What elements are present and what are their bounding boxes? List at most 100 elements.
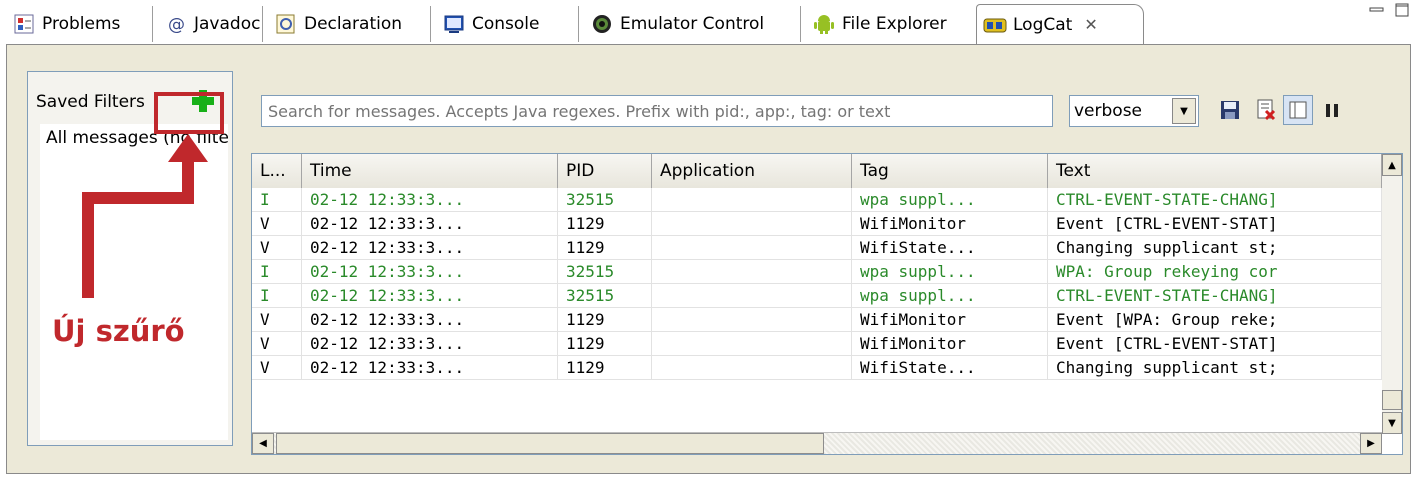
android-icon bbox=[812, 12, 836, 36]
tab-emulator-control[interactable]: Emulator Control bbox=[584, 4, 770, 44]
close-icon[interactable]: ✕ bbox=[1084, 15, 1097, 34]
pause-button[interactable] bbox=[1317, 95, 1347, 125]
log-table: L... Time PID Application Tag Text I 02-… bbox=[251, 153, 1403, 455]
logcat-icon bbox=[983, 13, 1007, 37]
cell-application bbox=[652, 188, 852, 211]
table-row[interactable]: I 02-12 12:33:3... 32515 wpa suppl... CT… bbox=[252, 284, 1382, 308]
scroll-up-icon[interactable]: ▲ bbox=[1382, 154, 1402, 176]
tab-label: Emulator Control bbox=[620, 14, 765, 34]
cell-text: Changing supplicant st; bbox=[1048, 356, 1382, 379]
cell-text: CTRL-EVENT-STATE-CHANG] bbox=[1048, 188, 1382, 211]
search-input[interactable] bbox=[261, 95, 1053, 127]
annotation-arrow-icon bbox=[82, 134, 208, 298]
emulator-icon bbox=[590, 12, 614, 36]
cell-text: Changing supplicant st; bbox=[1048, 236, 1382, 259]
cell-application bbox=[652, 260, 852, 283]
col-header-tag[interactable]: Tag bbox=[852, 154, 1048, 188]
cell-pid: 1129 bbox=[558, 356, 652, 379]
clear-log-icon bbox=[1257, 99, 1276, 121]
toggle-filters-button[interactable] bbox=[1283, 95, 1313, 125]
tab-label: Declaration bbox=[304, 14, 403, 34]
eclipse-window: Problems @ Javadoc Declaration Console E… bbox=[0, 0, 1417, 479]
table-row[interactable]: V 02-12 12:33:3... 1129 WifiState... Cha… bbox=[252, 356, 1382, 380]
col-header-application[interactable]: Application bbox=[652, 154, 852, 188]
table-body: I 02-12 12:33:3... 32515 wpa suppl... CT… bbox=[252, 188, 1382, 380]
cell-tag: wpa suppl... bbox=[852, 260, 1048, 283]
cell-tag: WifiMonitor bbox=[852, 308, 1048, 331]
console-icon bbox=[442, 12, 466, 36]
cell-time: 02-12 12:33:3... bbox=[302, 332, 558, 355]
log-level-value: verbose bbox=[1074, 101, 1143, 121]
cell-application bbox=[652, 236, 852, 259]
cell-pid: 1129 bbox=[558, 308, 652, 331]
horizontal-scrollbar[interactable]: ◀ ▶ bbox=[252, 432, 1382, 454]
minimize-icon[interactable] bbox=[1369, 2, 1385, 22]
cell-level: V bbox=[252, 356, 302, 379]
cell-time: 02-12 12:33:3... bbox=[302, 188, 558, 211]
tab-separator bbox=[578, 6, 580, 42]
cell-tag: wpa suppl... bbox=[852, 284, 1048, 307]
chevron-down-icon[interactable]: ▼ bbox=[1172, 98, 1196, 124]
cell-tag: WifiMonitor bbox=[852, 212, 1048, 235]
tab-logcat[interactable]: LogCat ✕ bbox=[976, 4, 1144, 44]
cell-text: Event [CTRL-EVENT-STAT] bbox=[1048, 212, 1382, 235]
tab-separator bbox=[430, 6, 432, 42]
cell-text: WPA: Group rekeying cor bbox=[1048, 260, 1382, 283]
table-header: L... Time PID Application Tag Text bbox=[252, 154, 1382, 188]
annotation-label: Új szűrő bbox=[52, 314, 185, 348]
vertical-scroll-thumb[interactable] bbox=[1382, 390, 1402, 410]
cell-pid: 1129 bbox=[558, 236, 652, 259]
cell-application bbox=[652, 356, 852, 379]
cell-text: Event [CTRL-EVENT-STAT] bbox=[1048, 332, 1382, 355]
scroll-down-icon[interactable]: ▼ bbox=[1382, 412, 1402, 434]
view-controls bbox=[1369, 2, 1411, 22]
tab-separator bbox=[262, 6, 264, 42]
cell-tag: WifiMonitor bbox=[852, 332, 1048, 355]
scroll-left-icon[interactable]: ◀ bbox=[252, 433, 274, 454]
table-row[interactable]: V 02-12 12:33:3... 1129 WifiState... Cha… bbox=[252, 236, 1382, 260]
declaration-icon bbox=[274, 12, 298, 36]
cell-time: 02-12 12:33:3... bbox=[302, 236, 558, 259]
save-log-button[interactable] bbox=[1215, 95, 1245, 125]
col-header-pid[interactable]: PID bbox=[558, 154, 652, 188]
table-row[interactable]: I 02-12 12:33:3... 32515 wpa suppl... WP… bbox=[252, 260, 1382, 284]
clear-log-button[interactable] bbox=[1251, 95, 1281, 125]
tab-separator bbox=[800, 6, 802, 42]
pause-icon bbox=[1326, 104, 1338, 117]
table-row[interactable]: V 02-12 12:33:3... 1129 WifiMonitor Even… bbox=[252, 332, 1382, 356]
cell-pid: 1129 bbox=[558, 212, 652, 235]
cell-time: 02-12 12:33:3... bbox=[302, 308, 558, 331]
vertical-scrollbar[interactable]: ▲ ▼ bbox=[1382, 154, 1402, 434]
tab-declaration[interactable]: Declaration bbox=[268, 4, 408, 44]
table-row[interactable]: V 02-12 12:33:3... 1129 WifiMonitor Even… bbox=[252, 212, 1382, 236]
scroll-right-icon[interactable]: ▶ bbox=[1360, 433, 1382, 454]
cell-text: CTRL-EVENT-STATE-CHANG] bbox=[1048, 284, 1382, 307]
cell-tag: WifiState... bbox=[852, 236, 1048, 259]
cell-tag: wpa suppl... bbox=[852, 188, 1048, 211]
save-icon bbox=[1221, 101, 1239, 119]
col-header-time[interactable]: Time bbox=[302, 154, 558, 188]
tab-label: LogCat bbox=[1013, 14, 1073, 35]
cell-tag: WifiState... bbox=[852, 356, 1048, 379]
cell-time: 02-12 12:33:3... bbox=[302, 212, 558, 235]
tab-label: File Explorer bbox=[842, 14, 947, 34]
log-level-select[interactable]: verbose ▼ bbox=[1069, 95, 1199, 127]
tab-console[interactable]: Console bbox=[436, 4, 546, 44]
col-header-text[interactable]: Text bbox=[1048, 154, 1382, 188]
cell-pid: 32515 bbox=[558, 260, 652, 283]
horizontal-scroll-thumb[interactable] bbox=[276, 433, 824, 454]
cell-pid: 1129 bbox=[558, 332, 652, 355]
cell-time: 02-12 12:33:3... bbox=[302, 356, 558, 379]
cell-time: 02-12 12:33:3... bbox=[302, 260, 558, 283]
cell-time: 02-12 12:33:3... bbox=[302, 284, 558, 307]
cell-pid: 32515 bbox=[558, 188, 652, 211]
cell-application bbox=[652, 284, 852, 307]
cell-application bbox=[652, 332, 852, 355]
table-row[interactable]: V 02-12 12:33:3... 1129 WifiMonitor Even… bbox=[252, 308, 1382, 332]
cell-text: Event [WPA: Group reke; bbox=[1048, 308, 1382, 331]
cell-application bbox=[652, 212, 852, 235]
cell-application bbox=[652, 308, 852, 331]
tab-file-explorer[interactable]: File Explorer bbox=[806, 4, 953, 44]
maximize-icon[interactable] bbox=[1395, 2, 1411, 22]
table-row[interactable]: I 02-12 12:33:3... 32515 wpa suppl... CT… bbox=[252, 188, 1382, 212]
